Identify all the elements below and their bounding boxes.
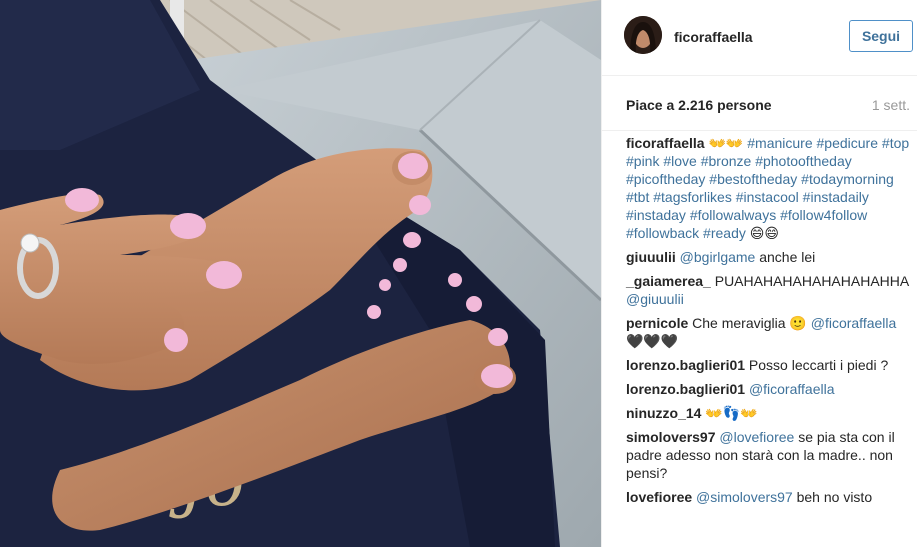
comment-mention[interactable]: @ficoraffaella xyxy=(749,381,835,397)
comment-username[interactable]: pernicole xyxy=(626,315,688,331)
comment-username[interactable]: ninuzzo_14 xyxy=(626,405,701,421)
post-photo: Jo xyxy=(0,0,601,547)
comment-text: beh no visto xyxy=(792,489,873,505)
post-author-username[interactable]: ficoraffaella xyxy=(674,29,753,45)
hashtag-link[interactable]: #pink xyxy=(626,153,659,169)
comment-username[interactable]: lovefioree xyxy=(626,489,692,505)
hashtag-link[interactable]: #picoftheday xyxy=(626,171,705,187)
comment-item: _gaiamerea_ PUAHAHAHAHAHAHAHAHHA @giuuul… xyxy=(626,272,910,308)
comment-text: PUAHAHAHAHAHAHAHAHHA xyxy=(710,273,909,289)
hashtag-link[interactable]: #ready xyxy=(703,225,746,241)
hashtag-link[interactable]: #tbt xyxy=(626,189,649,205)
comment-username[interactable]: giuuulii xyxy=(626,249,676,265)
hashtag-link[interactable]: #bronze xyxy=(701,153,752,169)
hashtag-link[interactable]: #followalways xyxy=(690,207,776,223)
caption-trailing-emoji: 😄😄 xyxy=(749,225,779,241)
comment-text: 👐👣👐 xyxy=(701,405,758,421)
comment-item: lovefioree @simolovers97 beh no visto xyxy=(626,488,910,506)
comment-mention[interactable]: @lovefioree xyxy=(719,429,794,445)
comment-item: giuuulii @bgirlgame anche lei xyxy=(626,248,910,266)
hashtag-link[interactable]: #instadaily xyxy=(803,189,869,205)
comment-text-after: 🖤🖤🖤 xyxy=(626,333,679,349)
hashtag-link[interactable]: #instaday xyxy=(626,207,686,223)
hashtag-link[interactable]: #follow4follow xyxy=(780,207,867,223)
photo-image: Jo xyxy=(0,0,601,547)
hashtag-link[interactable]: #pedicure xyxy=(817,135,879,151)
comment-username[interactable]: _gaiamerea_ xyxy=(626,273,711,289)
avatar[interactable] xyxy=(624,16,662,54)
hashtag-link[interactable]: #instacool xyxy=(736,189,799,205)
comment-text: Posso leccarti i piedi ? xyxy=(745,357,889,373)
hashtag-link[interactable]: #followback xyxy=(626,225,699,241)
post-timestamp[interactable]: 1 sett. xyxy=(872,97,910,113)
post-header: ficoraffaella Segui xyxy=(602,0,917,76)
follow-button[interactable]: Segui xyxy=(849,20,913,52)
comment-username[interactable]: lorenzo.baglieri01 xyxy=(626,381,745,397)
hashtag-link[interactable]: #love xyxy=(663,153,696,169)
hashtag-link[interactable]: #todaymorning xyxy=(801,171,894,187)
comment-mention[interactable]: @simolovers97 xyxy=(696,489,793,505)
hashtag-link[interactable]: #manicure xyxy=(747,135,812,151)
comment-item: lorenzo.baglieri01 Posso leccarti i pied… xyxy=(626,356,910,374)
comment-item: lorenzo.baglieri01 @ficoraffaella xyxy=(626,380,910,398)
hashtag-link[interactable]: #top xyxy=(882,135,909,151)
comment-username[interactable]: simolovers97 xyxy=(626,429,716,445)
comment-item: pernicole Che meraviglia 🙂 @ficoraffaell… xyxy=(626,314,910,350)
hashtag-link[interactable]: #tagsforlikes xyxy=(653,189,732,205)
likes-count[interactable]: Piace a 2.216 persone xyxy=(626,97,772,113)
comment-username[interactable]: lorenzo.baglieri01 xyxy=(626,357,745,373)
caption-emoji: 👐👐 xyxy=(708,135,744,151)
avatar-image xyxy=(624,16,662,54)
comment-mention[interactable]: @ficoraffaella xyxy=(811,315,897,331)
comment-item: simolovers97 @lovefioree se pia sta con … xyxy=(626,428,910,482)
comment-mention[interactable]: @giuuulii xyxy=(626,291,684,307)
hashtag-link[interactable]: #bestoftheday xyxy=(709,171,797,187)
comment-text: anche lei xyxy=(755,249,816,265)
comment-item: ninuzzo_14 👐👣👐 xyxy=(626,404,910,422)
comment-mention[interactable]: @bgirlgame xyxy=(680,249,756,265)
comment-text: Che meraviglia 🙂 xyxy=(688,315,807,331)
comments-list: ficoraffaella 👐👐 #manicure #pedicure #to… xyxy=(626,134,910,512)
caption: ficoraffaella 👐👐 #manicure #pedicure #to… xyxy=(626,134,910,242)
caption-username[interactable]: ficoraffaella xyxy=(626,135,705,151)
likes-row: Piace a 2.216 persone 1 sett. xyxy=(602,76,917,131)
post-details-panel: ficoraffaella Segui Piace a 2.216 person… xyxy=(601,0,917,547)
hashtag-link[interactable]: #photooftheday xyxy=(755,153,852,169)
